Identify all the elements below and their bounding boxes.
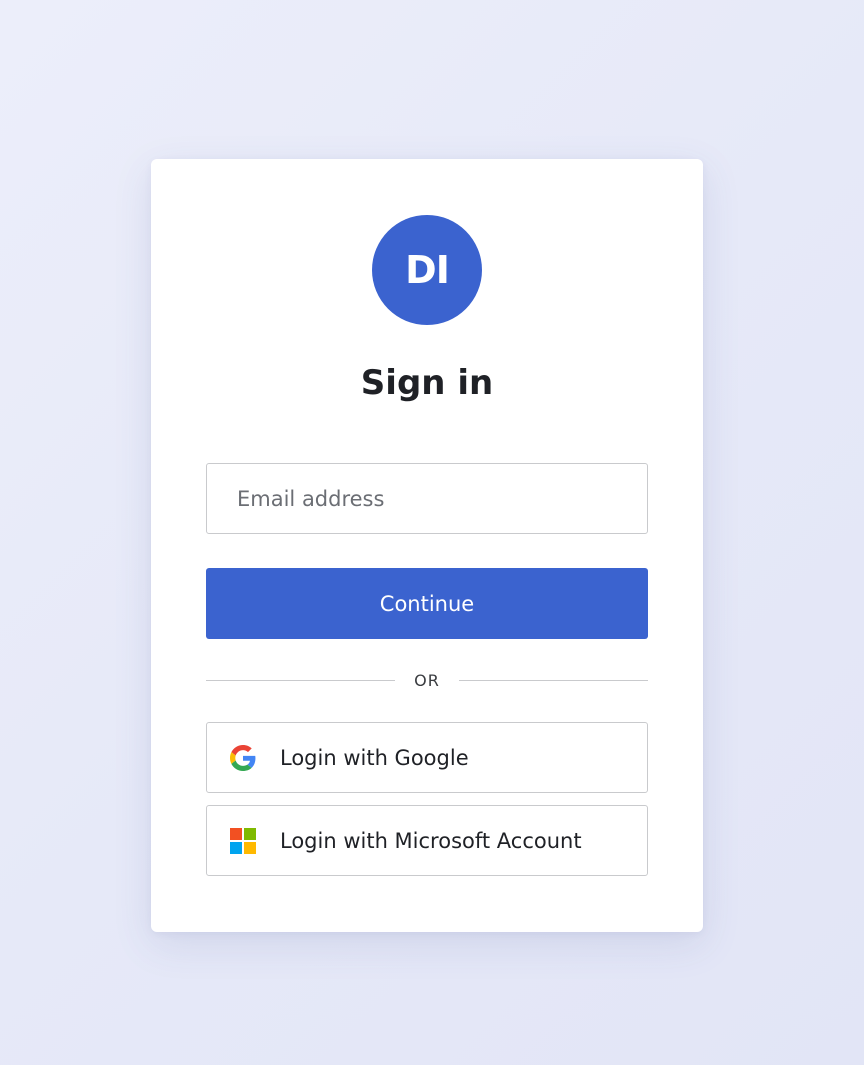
sign-in-card: DI Sign in Continue OR Login with Google…	[151, 159, 703, 932]
divider-line-left	[206, 679, 396, 681]
brand-logo: DI	[372, 215, 482, 325]
google-icon	[230, 745, 256, 771]
divider-text: OR	[414, 670, 440, 690]
login-with-microsoft-label: Login with Microsoft Account	[280, 829, 582, 853]
continue-button[interactable]: Continue	[206, 568, 648, 639]
login-with-google-label: Login with Google	[280, 746, 469, 770]
or-divider: OR	[206, 667, 648, 693]
continue-button-label: Continue	[379, 591, 475, 616]
email-input[interactable]	[206, 463, 648, 534]
login-with-google-button[interactable]: Login with Google	[206, 722, 648, 793]
divider-line-right	[458, 679, 648, 681]
microsoft-icon	[230, 828, 256, 854]
login-with-microsoft-button[interactable]: Login with Microsoft Account	[206, 805, 648, 876]
page-title: Sign in	[360, 363, 494, 403]
brand-logo-initials: DI	[405, 248, 450, 292]
